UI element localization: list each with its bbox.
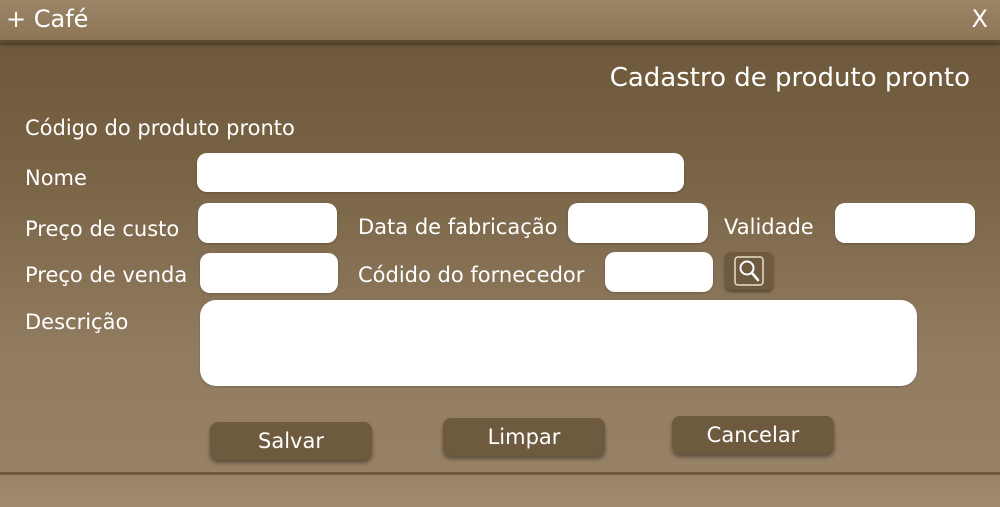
preco-custo-label: Preço de custo — [25, 217, 180, 241]
descricao-textarea[interactable] — [200, 300, 917, 386]
close-button[interactable]: X — [972, 4, 988, 34]
codigo-fornecedor-label: Códido do fornecedor — [358, 263, 585, 287]
preco-venda-input[interactable] — [200, 253, 338, 293]
preco-custo-input[interactable] — [198, 203, 337, 243]
form-heading: Cadastro de produto pronto — [609, 63, 970, 93]
data-fabricacao-label: Data de fabricação — [358, 215, 558, 239]
nome-label: Nome — [25, 166, 87, 190]
search-icon — [734, 256, 764, 286]
app-title: + Café — [6, 5, 89, 33]
codigo-label: Código do produto pronto — [25, 116, 295, 140]
salvar-button[interactable]: Salvar — [210, 422, 372, 460]
codigo-fornecedor-input[interactable] — [605, 252, 713, 292]
title-bar: + Café X — [0, 0, 1000, 43]
data-fabricacao-input[interactable] — [568, 203, 708, 243]
cancelar-button[interactable]: Cancelar — [672, 416, 834, 454]
preco-venda-label: Preço de venda — [25, 263, 188, 287]
validade-input[interactable] — [835, 203, 975, 243]
bottom-bar — [0, 472, 1000, 507]
limpar-button[interactable]: Limpar — [443, 418, 605, 456]
fornecedor-search-button[interactable] — [725, 252, 773, 290]
nome-input[interactable] — [197, 153, 684, 192]
descricao-label: Descrição — [25, 310, 129, 334]
validade-label: Validade — [724, 215, 814, 239]
